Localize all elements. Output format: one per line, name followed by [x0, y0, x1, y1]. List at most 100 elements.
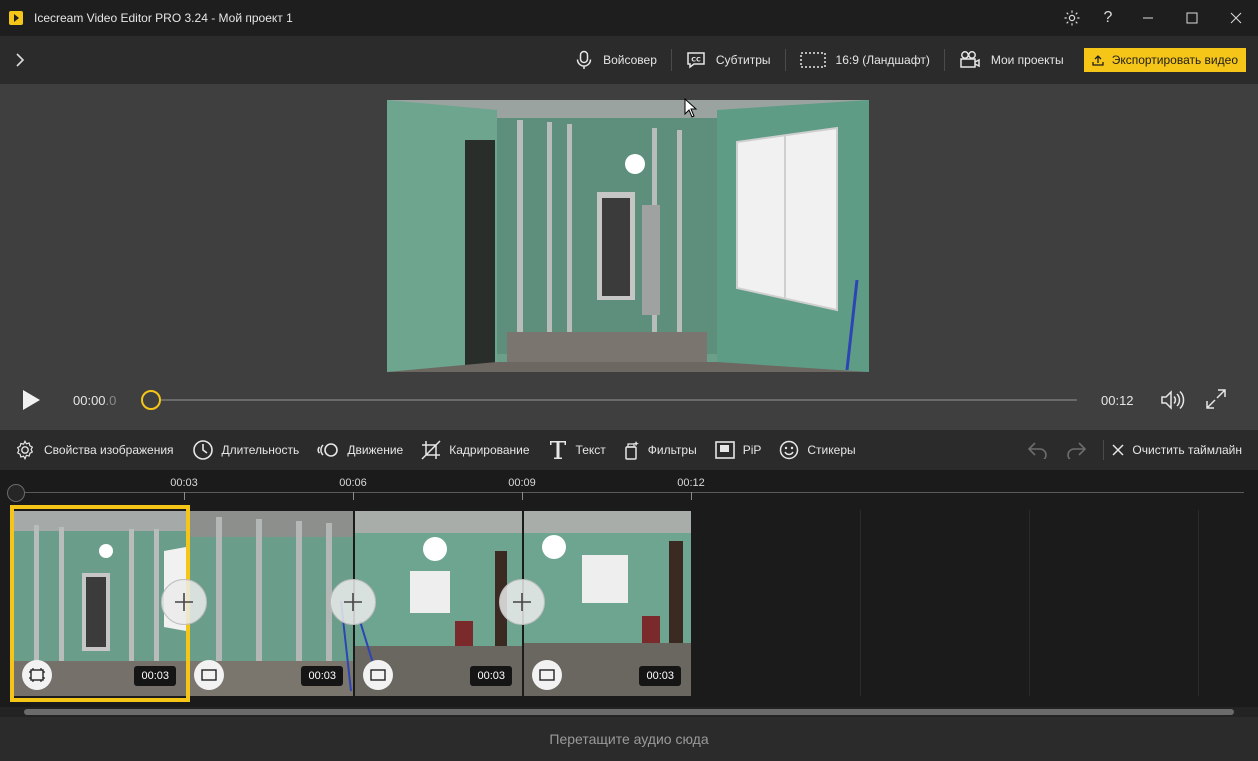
separator: [1103, 440, 1105, 460]
image-clip-icon[interactable]: [363, 660, 393, 690]
clear-timeline-label: Очистить таймлайн: [1132, 443, 1242, 457]
edit-toolbar: Свойства изображения Длительность Движен…: [0, 430, 1258, 470]
motion-button[interactable]: Движение: [317, 442, 403, 458]
seek-handle[interactable]: [141, 390, 161, 410]
ruler-tick: [353, 492, 354, 500]
minimize-icon[interactable]: [1126, 0, 1170, 36]
grid-line: [860, 510, 861, 696]
plus-icon: [513, 593, 531, 611]
pip-icon: [714, 441, 735, 459]
plus-icon: [175, 593, 193, 611]
duration-label: Длительность: [221, 443, 300, 457]
ruler-tick: [184, 492, 185, 500]
tick-label: 00:09: [508, 477, 536, 489]
text-icon: [549, 441, 566, 459]
filters-label: Фильтры: [647, 443, 697, 457]
video-preview[interactable]: [387, 100, 869, 372]
audio-drop-zone[interactable]: Перетащите аудио сюда: [0, 717, 1258, 761]
clip-duration: 00:03: [301, 666, 343, 686]
time-ruler[interactable]: 00:03 00:06 00:09 00:12: [0, 470, 1258, 504]
image-properties-button[interactable]: Свойства изображения: [14, 439, 174, 461]
filter-icon: [625, 441, 639, 460]
stickers-label: Стикеры: [807, 443, 856, 457]
mouse-cursor-icon: [684, 97, 698, 123]
sticker-icon: [780, 440, 799, 460]
image-clip-icon[interactable]: [194, 660, 224, 690]
microphone-icon: [576, 50, 592, 69]
timeline: 00:03 00:06 00:09 00:12 00:03 00:03 00:0…: [0, 470, 1258, 717]
image-clip-icon[interactable]: [532, 660, 562, 690]
scrollbar-thumb[interactable]: [24, 709, 1234, 715]
cc-icon: CC: [687, 52, 705, 69]
top-toolbar: Войсовер CC Субтитры 16:9 (Ландшафт) Мои…: [0, 36, 1258, 84]
image-clip-icon[interactable]: [22, 660, 52, 690]
tick-label: 00:03: [170, 477, 198, 489]
settings-icon[interactable]: [1054, 0, 1090, 36]
add-transition-button[interactable]: [161, 579, 207, 625]
seek-bar[interactable]: [160, 399, 1077, 401]
film-camera-icon: [960, 51, 980, 68]
app-logo-icon: [9, 11, 23, 25]
text-button[interactable]: Текст: [548, 439, 606, 461]
fullscreen-icon[interactable]: [1205, 388, 1227, 415]
text-label: Текст: [575, 443, 606, 457]
export-video-button[interactable]: Экспортировать видео: [1083, 48, 1246, 72]
export-label: Экспортировать видео: [1111, 53, 1238, 67]
tick-label: 00:06: [339, 477, 367, 489]
my-projects-button[interactable]: Мои проекты: [945, 36, 1078, 84]
filters-button[interactable]: Фильтры: [624, 440, 697, 460]
timeline-clip-2[interactable]: 00:03: [186, 511, 353, 696]
chevron-right-icon[interactable]: [12, 50, 28, 70]
audio-drop-hint: Перетащите аудио сюда: [549, 731, 709, 747]
plus-icon: [344, 593, 362, 611]
crop-button[interactable]: Кадрирование: [421, 440, 530, 460]
clip-duration: 00:03: [134, 666, 176, 686]
clock-icon: [192, 440, 213, 460]
add-transition-button[interactable]: [499, 579, 545, 625]
timeline-clip-3[interactable]: 00:03: [355, 511, 522, 696]
motion-icon: [317, 443, 339, 457]
player-controls: 00:00.0 00:12: [0, 382, 1258, 418]
clip-duration: 00:03: [639, 666, 681, 686]
timeline-clip-4[interactable]: 00:03: [524, 511, 691, 696]
help-icon[interactable]: ?: [1090, 0, 1126, 36]
aspect-ratio-button[interactable]: 16:9 (Ландшафт): [786, 36, 944, 84]
subtitles-button[interactable]: CC Субтитры: [672, 36, 785, 84]
gear-icon: [16, 439, 34, 461]
add-transition-button[interactable]: [330, 579, 376, 625]
grid-line: [1029, 510, 1030, 696]
clear-timeline-button[interactable]: Очистить таймлайн: [1112, 443, 1242, 457]
aspect-ratio-icon: [799, 52, 826, 68]
voiceover-label: Войсовер: [603, 53, 657, 67]
playhead-handle[interactable]: [7, 484, 25, 502]
subtitles-label: Субтитры: [715, 53, 771, 67]
redo-icon[interactable]: [1057, 441, 1095, 459]
stickers-button[interactable]: Стикеры: [779, 440, 856, 460]
play-icon[interactable]: [20, 388, 42, 412]
timeline-scrollbar[interactable]: [0, 707, 1258, 717]
total-time: 00:12: [1101, 393, 1134, 408]
ruler-line: [16, 492, 1244, 493]
undo-icon[interactable]: [1019, 441, 1057, 459]
voiceover-button[interactable]: Войсовер: [561, 36, 671, 84]
upload-icon: [1092, 55, 1104, 66]
preview-area: 00:00.0 00:12: [0, 84, 1258, 430]
close-icon: [1112, 444, 1124, 456]
duration-button[interactable]: Длительность: [192, 439, 300, 461]
volume-icon[interactable]: [1159, 388, 1185, 417]
image-properties-label: Свойства изображения: [44, 443, 174, 457]
ruler-tick: [522, 492, 523, 500]
edit-actions: Очистить таймлайн: [1019, 430, 1242, 470]
ruler-tick: [691, 492, 692, 500]
top-tools: Войсовер CC Субтитры 16:9 (Ландшафт) Мои…: [561, 36, 1246, 84]
maximize-icon[interactable]: [1170, 0, 1214, 36]
clip-duration: 00:03: [470, 666, 512, 686]
tick-label: 00:12: [677, 477, 705, 489]
close-icon[interactable]: [1214, 0, 1258, 36]
crop-label: Кадрирование: [449, 443, 530, 457]
window-controls: ?: [1054, 0, 1258, 36]
grid-line: [1198, 510, 1199, 696]
motion-label: Движение: [347, 443, 404, 457]
pip-button[interactable]: PiP: [714, 441, 761, 459]
crop-icon: [421, 440, 441, 460]
